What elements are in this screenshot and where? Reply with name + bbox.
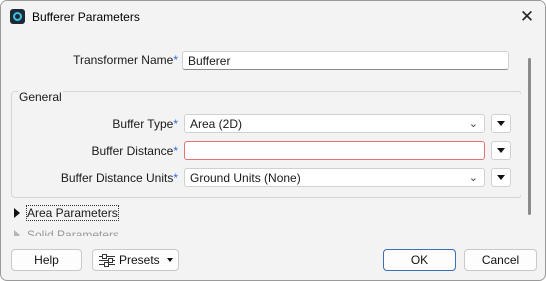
presets-button[interactable]: Presets [92,249,179,271]
area-parameters-section[interactable]: Area Parameters [14,205,119,221]
buffer-distance-text: Buffer Distance [91,144,174,158]
cancel-button[interactable]: Cancel [464,249,537,271]
expand-arrow-icon [14,208,20,218]
presets-label: Presets [119,253,160,267]
buffer-units-label: Buffer Distance Units* [9,168,178,188]
buffer-type-value: Area (2D) [190,117,243,131]
buffer-units-value: Ground Units (None) [190,171,301,185]
title-bar: Bufferer Parameters ✕ [1,1,545,32]
buffer-distance-input[interactable] [184,141,485,160]
dialog-window: Bufferer Parameters ✕ Transformer Name* … [0,0,546,281]
transformer-name-label: Transformer Name* [9,50,178,70]
caret-down-icon [167,258,173,262]
buffer-units-select[interactable]: Ground Units (None) ⌄ [184,168,485,187]
general-group-title: General [18,90,63,104]
required-marker: * [173,171,178,185]
buffer-type-text: Buffer Type [112,117,174,131]
required-marker: * [173,144,178,158]
buffer-distance-menu-button[interactable] [491,141,511,160]
solid-parameters-label: Solid Parameters [27,228,120,236]
buffer-type-label: Buffer Type* [9,114,178,134]
help-button[interactable]: Help [11,249,82,271]
presets-sliders-icon [99,254,115,267]
vertical-scrollbar[interactable] [528,58,531,215]
window-title: Bufferer Parameters [32,10,140,24]
area-parameters-label: Area Parameters [26,205,119,221]
required-marker: * [173,117,178,131]
ok-button[interactable]: OK [383,249,456,271]
buffer-units-text: Buffer Distance Units [60,171,174,185]
chevron-down-icon: ⌄ [468,118,478,130]
parameters-panel: Transformer Name* Bufferer General Buffe… [9,38,521,236]
transformer-name-input[interactable]: Bufferer [182,51,509,70]
transformer-name-text: Transformer Name [73,53,174,67]
solid-parameters-section[interactable]: Solid Parameters [14,227,119,236]
required-marker: * [173,53,178,67]
expand-arrow-icon [14,230,20,236]
close-button[interactable]: ✕ [517,7,537,27]
buffer-units-menu-button[interactable] [491,168,511,187]
buffer-type-menu-button[interactable] [491,114,511,133]
fme-transformer-icon [10,9,25,24]
buffer-type-select[interactable]: Area (2D) ⌄ [184,114,485,133]
buffer-distance-label: Buffer Distance* [9,141,179,161]
chevron-down-icon: ⌄ [468,172,478,184]
